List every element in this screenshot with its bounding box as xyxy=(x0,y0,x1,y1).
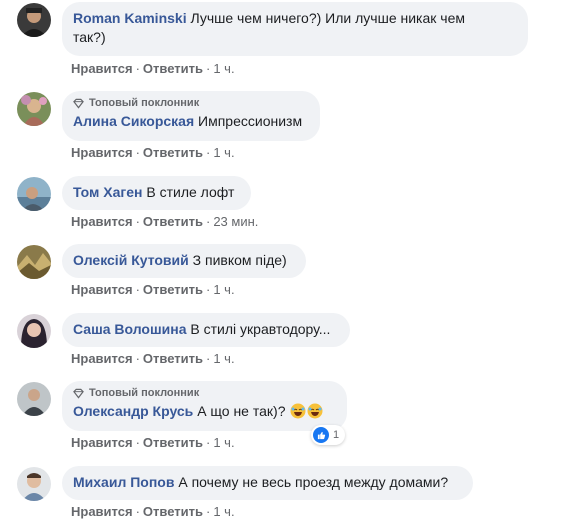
avatar[interactable] xyxy=(17,177,51,211)
laughing-emoji-icon xyxy=(290,403,306,419)
comment-text: В стиле лофт xyxy=(146,184,235,200)
like-button[interactable]: Нравится xyxy=(71,351,133,366)
comment-author[interactable]: Михаил Попов xyxy=(73,474,174,490)
comment-author[interactable]: Том Хаген xyxy=(73,184,142,200)
like-button[interactable]: Нравится xyxy=(71,504,133,519)
reply-button[interactable]: Ответить xyxy=(143,435,203,450)
comment-text: Импрессионизм xyxy=(198,113,303,129)
comment-actions: Нравится · Ответить · 1 ч. xyxy=(71,351,235,367)
comment-actions: Нравится · Ответить · 1 ч. xyxy=(71,435,235,451)
reply-button[interactable]: Ответить xyxy=(143,145,203,160)
comment-time[interactable]: 1 ч. xyxy=(213,351,234,366)
comment-actions: Нравится · Ответить · 1 ч. xyxy=(71,504,235,520)
separator: · xyxy=(205,145,211,160)
separator: · xyxy=(135,214,140,229)
reply-button[interactable]: Ответить xyxy=(143,61,203,76)
comment-time[interactable]: 1 ч. xyxy=(213,504,234,519)
comment-bubble: Roman Kaminski Лучше чем ничего?) Или лу… xyxy=(62,2,528,56)
separator: · xyxy=(135,351,140,366)
comment-actions: Нравится · Ответить · 1 ч. xyxy=(71,282,235,298)
separator: · xyxy=(135,504,140,519)
comment-author[interactable]: Roman Kaminski xyxy=(73,10,187,26)
comment-time[interactable]: 1 ч. xyxy=(213,145,234,160)
avatar[interactable] xyxy=(17,92,51,126)
like-button[interactable]: Нравится xyxy=(71,214,133,229)
avatar[interactable] xyxy=(17,3,51,37)
like-button[interactable]: Нравится xyxy=(71,435,133,450)
comment-time[interactable]: 23 мин. xyxy=(213,214,258,229)
avatar[interactable] xyxy=(17,314,51,348)
separator: · xyxy=(205,61,211,76)
diamond-icon xyxy=(73,388,84,399)
comment-time[interactable]: 1 ч. xyxy=(213,435,234,450)
comment-text: А що не так)? xyxy=(197,403,286,419)
reply-button[interactable]: Ответить xyxy=(143,214,203,229)
top-fan-badge: Топовый поклонник xyxy=(73,386,336,400)
comment-actions: Нравится · Ответить · 1 ч. xyxy=(71,61,235,77)
comment-author[interactable]: Алина Сикорская xyxy=(73,113,194,129)
separator: · xyxy=(205,435,211,450)
like-reaction-icon xyxy=(313,427,329,443)
comment-actions: Нравится · Ответить · 23 мин. xyxy=(71,214,258,230)
separator: · xyxy=(135,61,140,76)
separator: · xyxy=(205,214,211,229)
separator: · xyxy=(135,435,140,450)
comment-actions: Нравится · Ответить · 1 ч. xyxy=(71,145,235,161)
comment-bubble: Топовый поклонник Олександр Крусь А що н… xyxy=(62,381,347,431)
comment-text: А почему не весь проезд между домами? xyxy=(178,474,449,490)
top-fan-label: Топовый поклонник xyxy=(89,387,200,399)
reply-button[interactable]: Ответить xyxy=(143,351,203,366)
comment-bubble: Михаил Попов А почему не весь проезд меж… xyxy=(62,466,473,500)
reply-button[interactable]: Ответить xyxy=(143,282,203,297)
laughing-emoji-icon xyxy=(307,403,323,419)
reaction-count: 1 xyxy=(333,429,340,441)
comment-text: З пивком піде) xyxy=(192,252,287,268)
like-button[interactable]: Нравится xyxy=(71,145,133,160)
avatar[interactable] xyxy=(17,245,51,279)
separator: · xyxy=(135,282,140,297)
comment-time[interactable]: 1 ч. xyxy=(213,282,234,297)
reply-button[interactable]: Ответить xyxy=(143,504,203,519)
comment-text: В стилі укравтодору... xyxy=(190,321,331,337)
comment-author[interactable]: Олександр Крусь xyxy=(73,403,193,419)
comment-bubble: Топовый поклонник Алина Сикорская Импрес… xyxy=(62,91,320,141)
comment-text: Лучше чем ничего?) Или лучше никак чем xyxy=(190,10,465,26)
separator: · xyxy=(205,504,211,519)
diamond-icon xyxy=(73,98,84,109)
like-button[interactable]: Нравится xyxy=(71,61,133,76)
comment-bubble: Саша Волошина В стилі укравтодору... xyxy=(62,313,350,347)
separator: · xyxy=(135,145,140,160)
comment-author[interactable]: Саша Волошина xyxy=(73,321,187,337)
reaction-summary[interactable]: 1 xyxy=(311,425,346,445)
separator: · xyxy=(205,351,211,366)
avatar[interactable] xyxy=(17,467,51,501)
separator: · xyxy=(205,282,211,297)
top-fan-badge: Топовый поклонник xyxy=(73,96,309,110)
comment-bubble: Том Хаген В стиле лофт xyxy=(62,176,251,210)
top-fan-label: Топовый поклонник xyxy=(89,97,200,109)
avatar[interactable] xyxy=(17,382,51,416)
comment-author[interactable]: Олексій Кутовий xyxy=(73,252,189,268)
like-button[interactable]: Нравится xyxy=(71,282,133,297)
comment-text: так?) xyxy=(73,29,106,45)
comment-time[interactable]: 1 ч. xyxy=(213,61,234,76)
comment-bubble: Олексій Кутовий З пивком піде) xyxy=(62,244,306,278)
